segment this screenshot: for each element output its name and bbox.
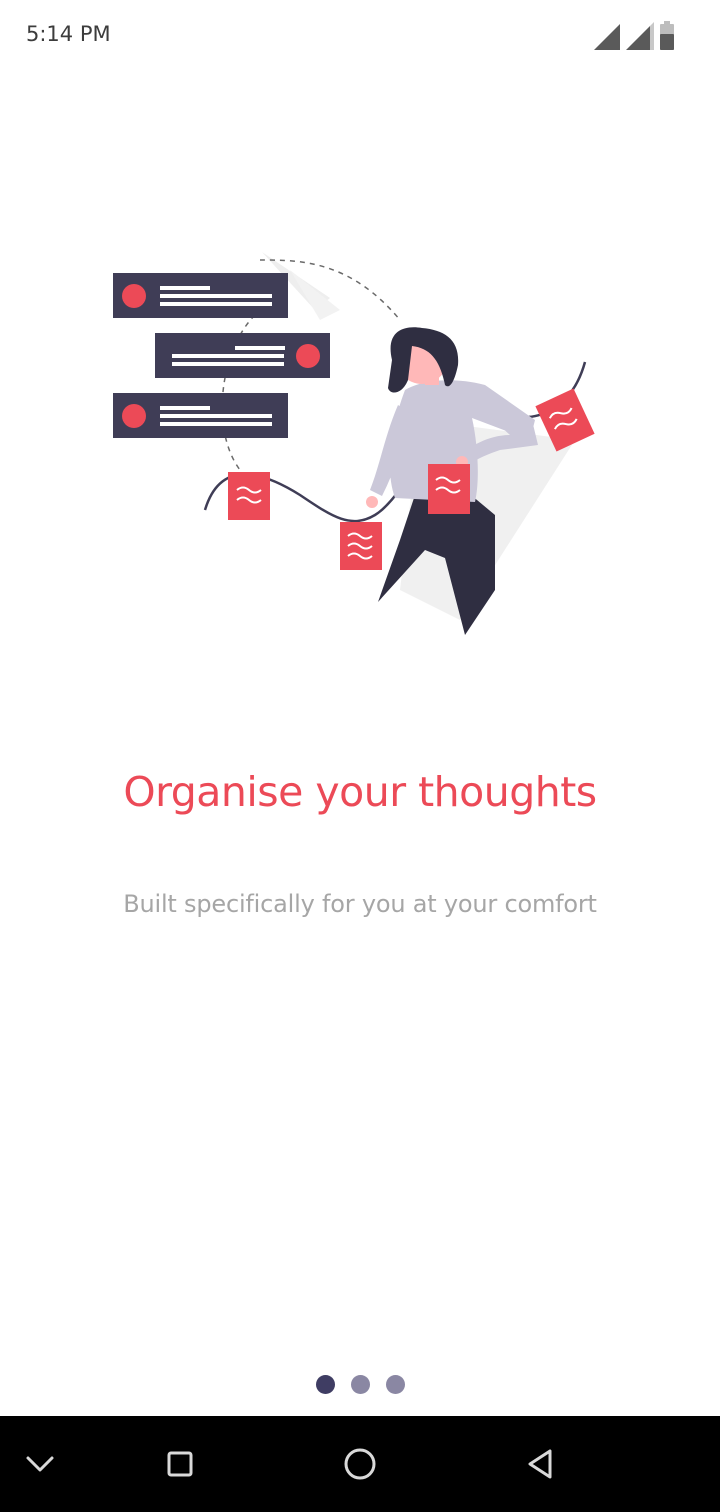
recents-square-icon[interactable] (156, 1440, 204, 1488)
page-dot-3[interactable] (385, 1375, 405, 1394)
page-dot-2[interactable] (350, 1375, 370, 1394)
system-nav-bar (0, 1416, 720, 1512)
home-circle-icon[interactable] (336, 1440, 384, 1488)
status-time: 5:14 PM (26, 22, 111, 46)
back-triangle-icon[interactable] (516, 1440, 564, 1488)
signal-icon (626, 22, 654, 50)
message-card (155, 333, 330, 378)
status-bar: 5:14 PM (0, 0, 720, 72)
onboarding-headline: Organise your thoughts (123, 768, 597, 816)
onboarding-illustration (100, 240, 620, 650)
page-dot-1[interactable] (315, 1375, 335, 1394)
onboarding-subtitle: Built specifically for you at your comfo… (123, 890, 597, 918)
message-card (113, 273, 288, 318)
note-card (228, 472, 270, 520)
page-indicator (0, 1375, 720, 1395)
status-icons (592, 20, 702, 52)
onboarding-screen: 5:14 PM Organise your thoughts Built spe… (0, 0, 720, 1512)
battery-icon (660, 21, 674, 50)
note-card (428, 464, 470, 514)
message-card (113, 393, 288, 438)
note-card (340, 522, 382, 570)
signal-icon (594, 24, 620, 50)
chevron-down-icon[interactable] (16, 1440, 64, 1488)
